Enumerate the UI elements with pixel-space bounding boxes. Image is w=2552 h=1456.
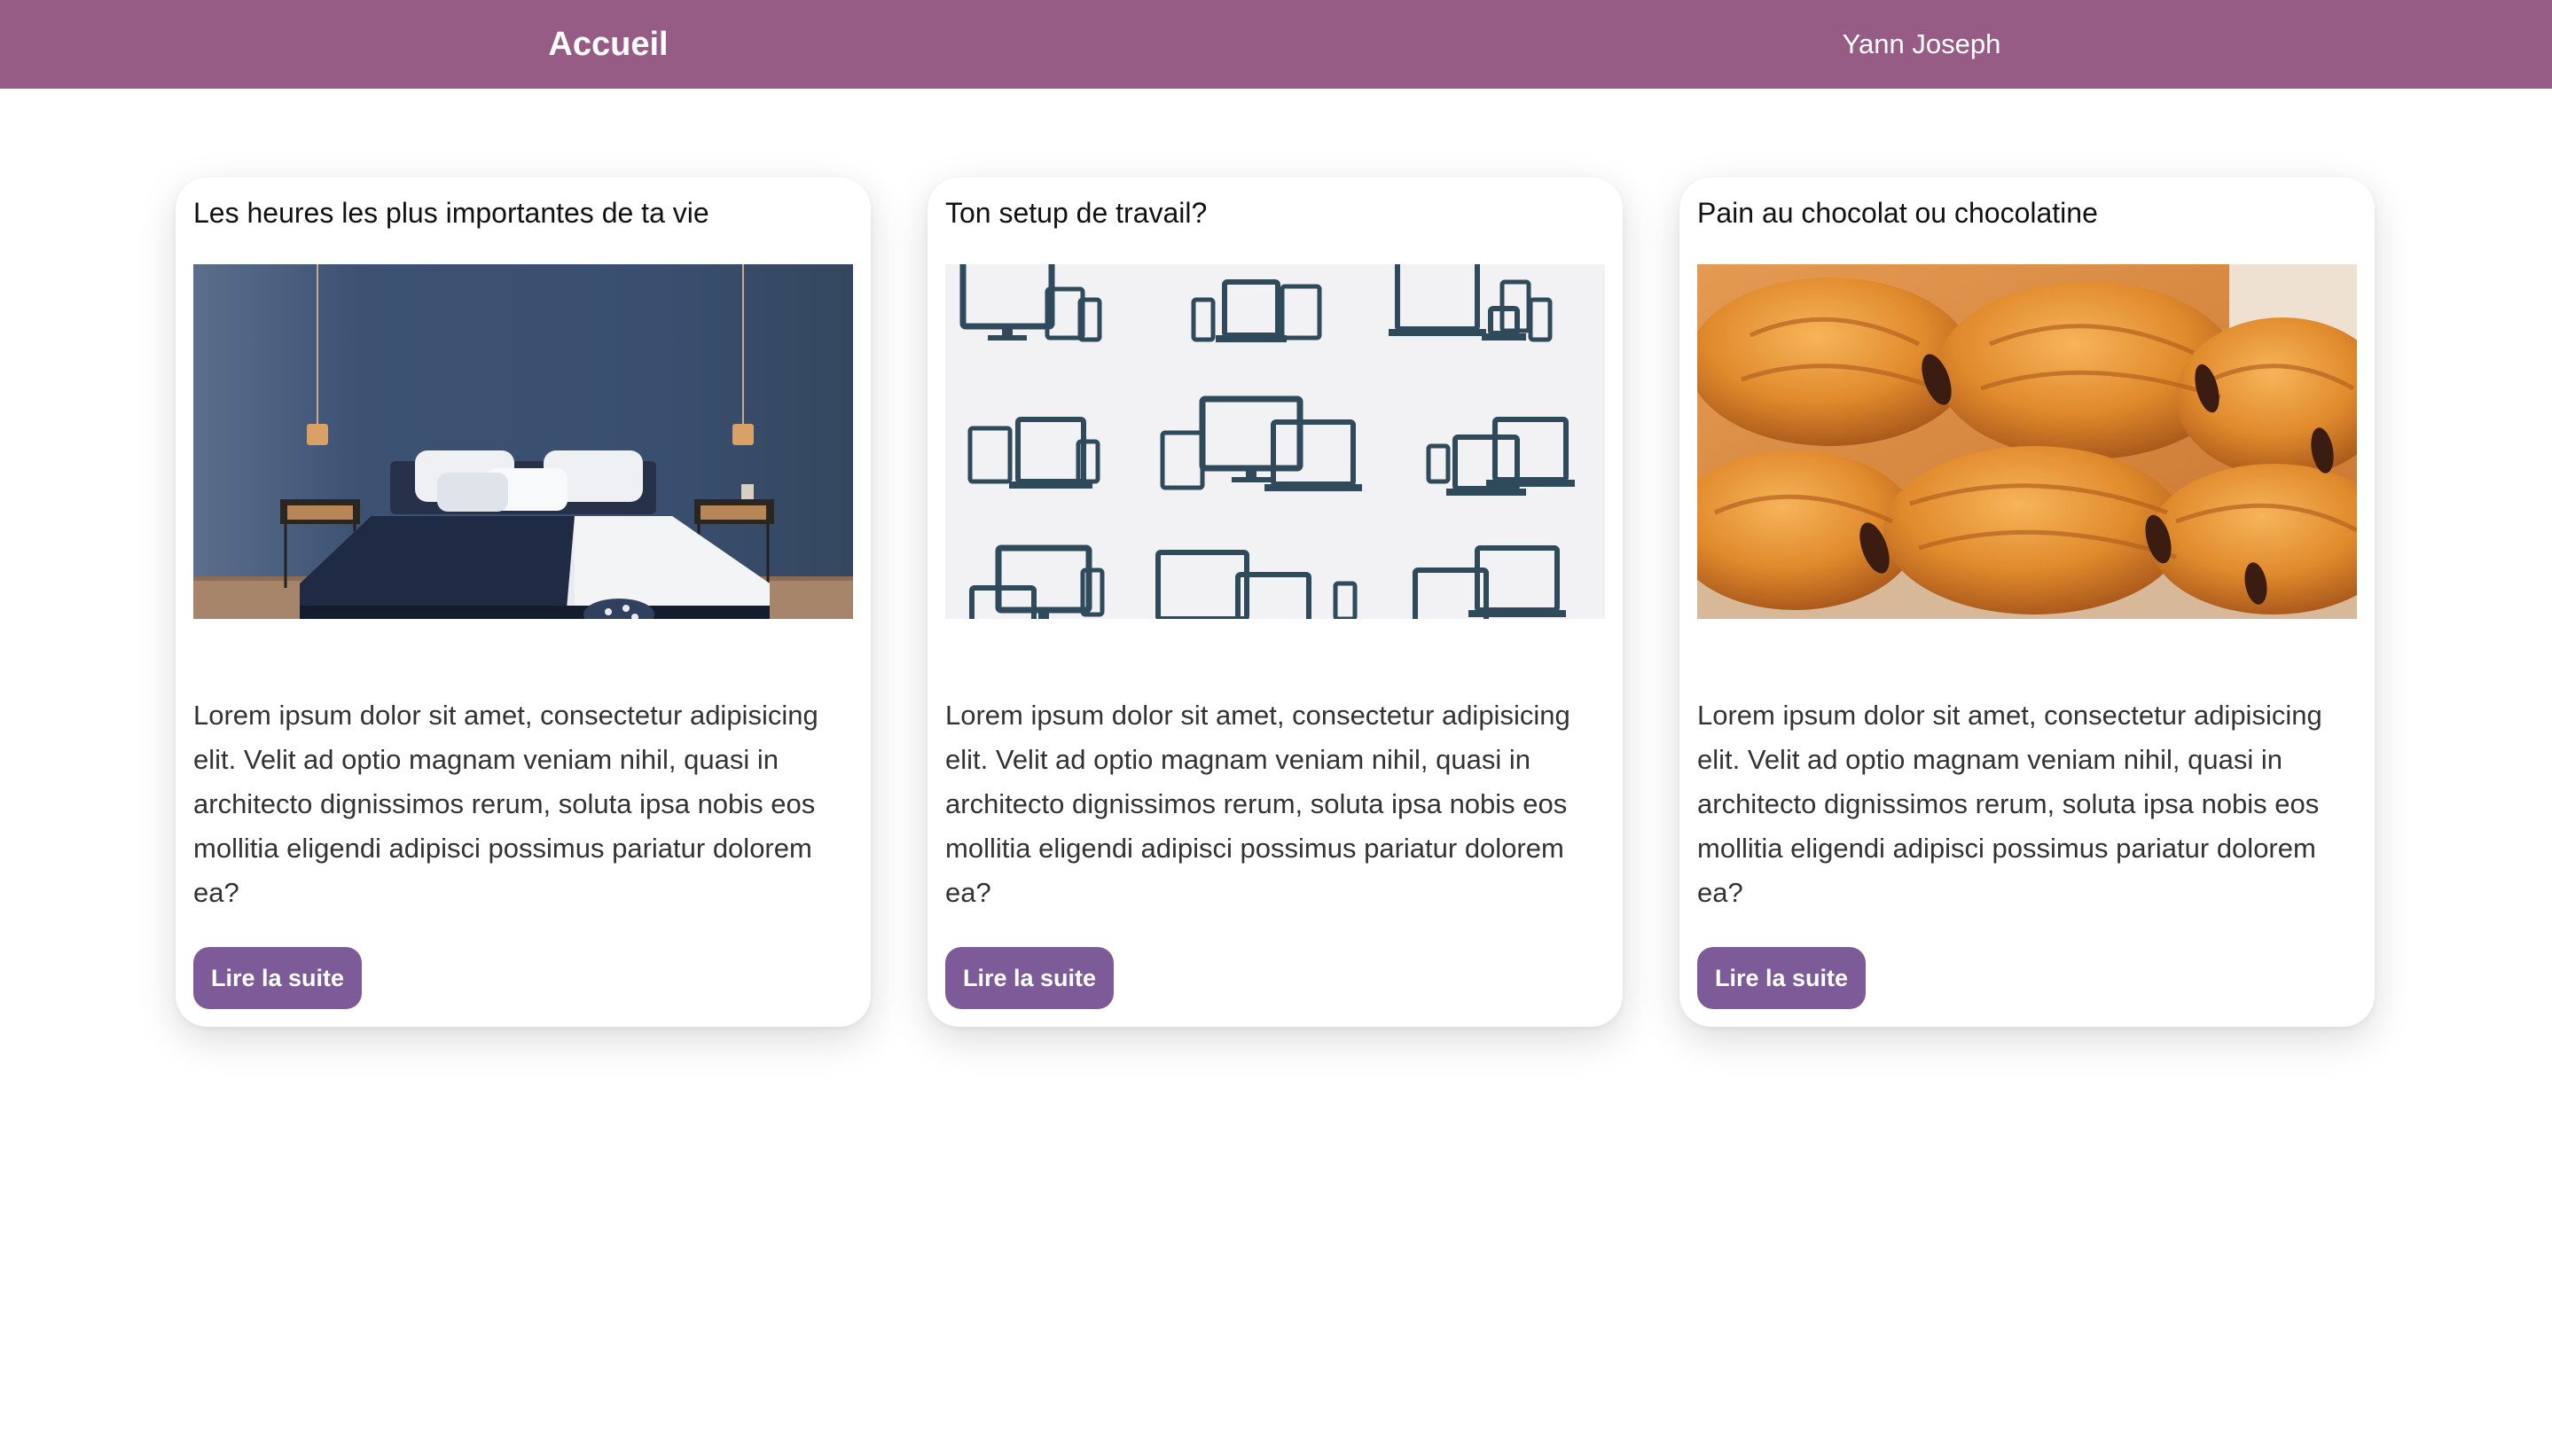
read-more-button[interactable]: Lire la suite: [1697, 947, 1867, 1009]
card-body-text: Lorem ipsum dolor sit amet, consectetur …: [193, 700, 818, 908]
card-title: Pain au chocolat ou chocolatine: [1697, 197, 2098, 229]
article-card-bedroom: Les heures les plus importantes de ta vi…: [176, 177, 871, 1027]
article-card-setup: Ton setup de travail? Lorem ipsum dolor …: [928, 177, 1623, 1027]
user-name-link[interactable]: Yann Joseph: [1757, 0, 2086, 89]
card-title: Ton setup de travail?: [945, 197, 1208, 229]
card-image-pastry: [1697, 264, 2357, 619]
card-image-bedroom: [193, 264, 853, 619]
card-title: Les heures les plus importantes de ta vi…: [193, 197, 709, 229]
card-body-text: Lorem ipsum dolor sit amet, consectetur …: [1697, 700, 2322, 908]
read-more-button[interactable]: Lire la suite: [945, 947, 1115, 1009]
card-body-text: Lorem ipsum dolor sit amet, consectetur …: [945, 700, 1570, 908]
top-nav-bar: Accueil Yann Joseph: [0, 0, 2552, 89]
card-image-devices: [945, 264, 1605, 619]
home-link[interactable]: Accueil: [0, 0, 1217, 89]
article-card-pastry: Pain au chocolat ou chocolatine Lorem ip…: [1679, 177, 2375, 1027]
read-more-button[interactable]: Lire la suite: [193, 947, 363, 1009]
